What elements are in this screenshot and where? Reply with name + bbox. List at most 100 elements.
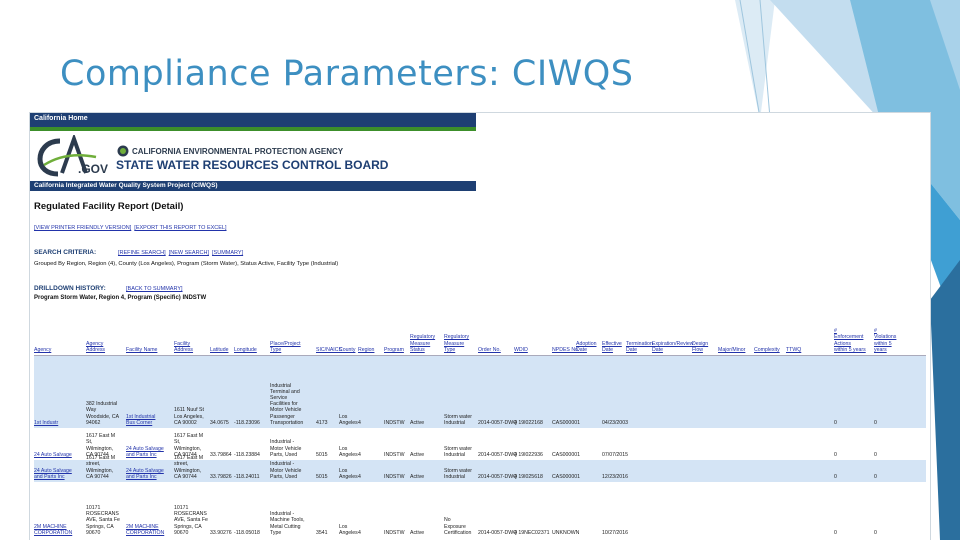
california-home-link[interactable]: California Home [30, 113, 476, 127]
column-header[interactable]: Agency [34, 347, 51, 353]
table-cell: -118.24011 [234, 473, 260, 480]
table-cell: Storm water Industrial [444, 445, 472, 458]
table-cell: 0 [874, 451, 877, 458]
column-header[interactable]: Facility Address [174, 341, 193, 353]
facility-link[interactable]: 24 Auto Salvage and Parts Inc [34, 468, 72, 480]
column-header[interactable]: Latitude [210, 347, 228, 353]
column-header[interactable]: Order No. [478, 347, 501, 353]
table-cell: 0 [834, 451, 837, 458]
table-cell: CAS000001 [552, 473, 580, 480]
board-name: STATE WATER RESOURCES CONTROL BOARD [116, 158, 389, 172]
column-header[interactable]: Design Flow [692, 341, 708, 353]
facility-link[interactable]: 24 Auto Salvage and Parts Inc [126, 468, 164, 480]
table-cell: Industrial - Motor Vehicle Parts, Used [270, 439, 302, 458]
table-cell: Active [410, 451, 425, 458]
column-header[interactable]: WDID [514, 347, 528, 353]
table-cell: INDSTW [384, 419, 405, 426]
search-criteria-label: SEARCH CRITERIA: [34, 249, 97, 256]
table-cell: 5015 [316, 451, 328, 458]
table-cell: Industrial - Motor Vehicle Parts, Used [270, 461, 302, 480]
column-header[interactable]: Effective Date [602, 341, 622, 353]
table-cell: CAS000001 [552, 419, 580, 426]
column-header[interactable]: Complexity [754, 347, 780, 353]
back-to-summary-link[interactable]: [BACK TO SUMMARY] [126, 286, 183, 292]
summary-link[interactable]: [SUMMARY] [212, 250, 243, 256]
table-cell: Active [410, 473, 425, 480]
table-cell: -118.05018 [234, 529, 260, 536]
facility-link[interactable]: 1st Industr [34, 420, 58, 426]
table-cell: INDSTW [384, 529, 405, 536]
table-cell: 2014-0057-DWQ [478, 451, 518, 458]
table-cell: 4 19NEC02371 [514, 529, 550, 536]
table-cell: 4173 [316, 419, 328, 426]
column-header[interactable]: Expiration/Review Date [652, 341, 694, 353]
facility-link[interactable]: 2M MACHINE CORPORATION [126, 524, 164, 536]
facility-link[interactable]: 24 Auto Salvage [34, 452, 72, 458]
table-cell: INDSTW [384, 451, 405, 458]
table-cell: INDSTW [384, 473, 405, 480]
table-cell: 4 [358, 529, 361, 536]
report-title: Regulated Facility Report (Detail) [34, 201, 184, 212]
export-excel-link[interactable]: [EXPORT THIS REPORT TO EXCEL] [134, 225, 226, 231]
table-cell: CAS000001 [552, 451, 580, 458]
table-cell: -118.23096 [234, 419, 260, 426]
column-header[interactable]: Agency Address [86, 341, 105, 353]
table-cell: 10171 ROSECRANS AVE, Santa Fe Springs, C… [86, 504, 120, 536]
table-cell: 2014-0057-DWQ [478, 529, 518, 536]
column-header[interactable]: Facility Name [126, 347, 157, 353]
table-header: Agency Agency Address Facility Name Facilit… [34, 310, 926, 356]
table-cell: Los Angeles [339, 523, 358, 536]
column-header[interactable]: County [339, 347, 355, 353]
new-search-link[interactable]: [NEW SEARCH] [169, 250, 209, 256]
table-cell: 33.79826 [210, 473, 232, 480]
printer-friendly-link[interactable]: [VIEW PRINTER FRIENDLY VERSION] [34, 225, 131, 231]
table-cell: 4 [358, 473, 361, 480]
column-header[interactable]: Regulatory Measure Type [444, 334, 469, 353]
table-cell: 34.0675 [210, 419, 229, 426]
table-cell: 5015 [316, 473, 328, 480]
table-cell: 3541 [316, 529, 328, 536]
table-cell: 04/23/2003 [602, 419, 628, 426]
table-cell: 12/23/2016 [602, 473, 628, 480]
table-cell: Active [410, 529, 425, 536]
header-banner: .GOV CALIFORNIA ENVIRONMENTAL PROTECTION… [30, 131, 476, 181]
search-links: [REFINE SEARCH] [NEW SEARCH] [SUMMARY] [118, 250, 246, 256]
column-header[interactable]: TTWQ [786, 347, 801, 353]
grouped-by-text: Grouped By Region, Region (4), County (L… [34, 261, 339, 267]
table-cell: 10171 ROSECRANS AVE, Santa Fe Springs, C… [174, 504, 208, 536]
column-header[interactable]: Longitude [234, 347, 257, 353]
refine-search-link[interactable]: [REFINE SEARCH] [118, 250, 166, 256]
column-header[interactable]: Place/Project Type [270, 341, 301, 353]
table-row: 2M MACHINE CORPORATION 10171 ROSECRANS AV… [34, 482, 926, 538]
report-links: [VIEW PRINTER FRIENDLY VERSION] [EXPORT T… [34, 225, 230, 231]
table-cell: 33.90276 [210, 529, 232, 536]
facility-link[interactable]: 24 Auto Salvage and Parts Inc [126, 446, 164, 458]
table-cell: 1617 East M street, Wilmington, CA 90744 [174, 455, 204, 480]
facility-link[interactable]: 1st Industrial Bus Corner [126, 414, 155, 426]
table-cell: Storm water Industrial [444, 413, 472, 426]
column-header[interactable]: Adoption Date [576, 341, 596, 353]
ciwqs-report-screenshot: California Home .GOV CALIFORNIA ENVIRONM… [30, 113, 930, 540]
table-cell: 1611 Nuuf St Los Angeles, CA 90002 [174, 407, 204, 426]
table-cell: 0 [834, 473, 837, 480]
table-cell: No Exposure Certification [444, 517, 472, 536]
column-header[interactable]: # Enforcement Actions within 5 years [834, 328, 866, 353]
column-header[interactable]: Termination Date [626, 341, 653, 353]
column-header[interactable]: Region [358, 347, 374, 353]
table-cell: 4 19I022936 [514, 451, 543, 458]
table-row: 24 Auto Salvage and Parts Inc 1617 East M… [34, 455, 926, 482]
facility-link[interactable]: 2M MACHINE CORPORATION [34, 524, 72, 536]
table-cell: Active [410, 419, 425, 426]
table-cell: Industrial Terminal and Service Faciliti… [270, 382, 304, 426]
svg-text:.GOV: .GOV [78, 162, 108, 176]
table-cell: 0 [874, 473, 877, 480]
column-header[interactable]: Major/Minor [718, 347, 745, 353]
table-cell: Los Angeles [339, 413, 358, 426]
column-header[interactable]: Regulatory Measure Status [410, 334, 435, 353]
project-bar: California Integrated Water Quality Syst… [30, 181, 476, 191]
ca-gov-logo: .GOV [37, 135, 108, 177]
column-header[interactable]: # Violations within 5 years [874, 328, 896, 353]
table-cell: 0 [874, 529, 877, 536]
column-header[interactable]: Program [384, 347, 404, 353]
table-cell: 10/27/2016 [602, 529, 628, 536]
